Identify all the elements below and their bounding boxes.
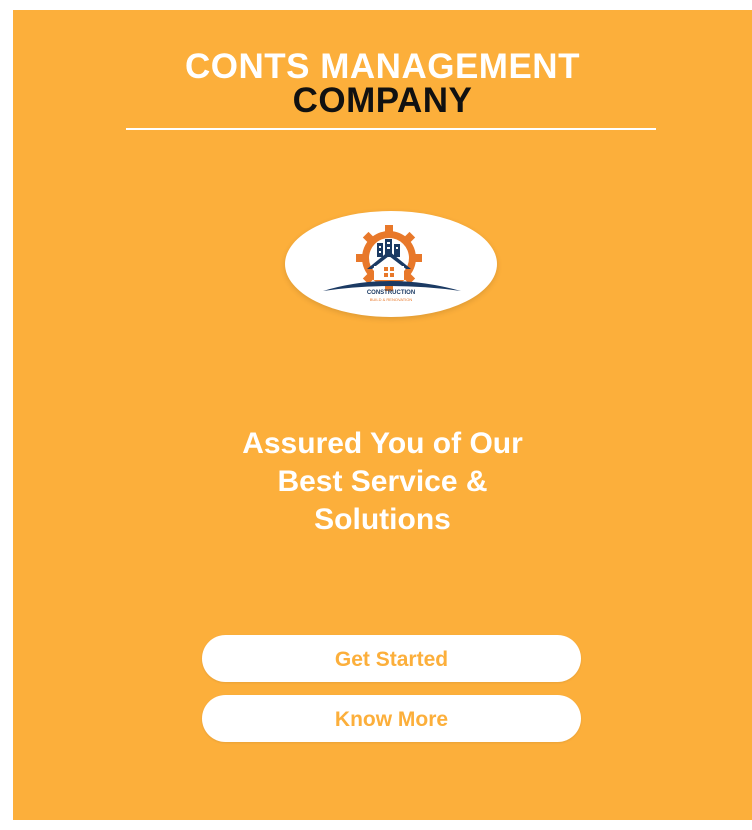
hero-tagline: Assured You of Our Best Service & Soluti… [13, 425, 752, 539]
welcome-screen: CONTS MANAGEMENT COMPANY CONSTRUCTION BU… [13, 10, 752, 820]
hero-tagline-line2: Best Service & [277, 465, 488, 498]
hero-tagline-line3: Solutions [314, 503, 451, 536]
hero-tagline-line1: Assured You of Our [242, 427, 523, 460]
get-started-button[interactable]: Get Started [202, 635, 581, 682]
title-divider [126, 128, 656, 130]
logo-text-sub: BUILD & RENOVATION [369, 297, 413, 302]
logo-text-main: CONSTRUCTION [366, 290, 416, 296]
company-logo: CONSTRUCTION BUILD & RENOVATION [285, 211, 497, 317]
page-title-line2: COMPANY [292, 81, 473, 120]
know-more-button[interactable]: Know More [202, 695, 581, 742]
